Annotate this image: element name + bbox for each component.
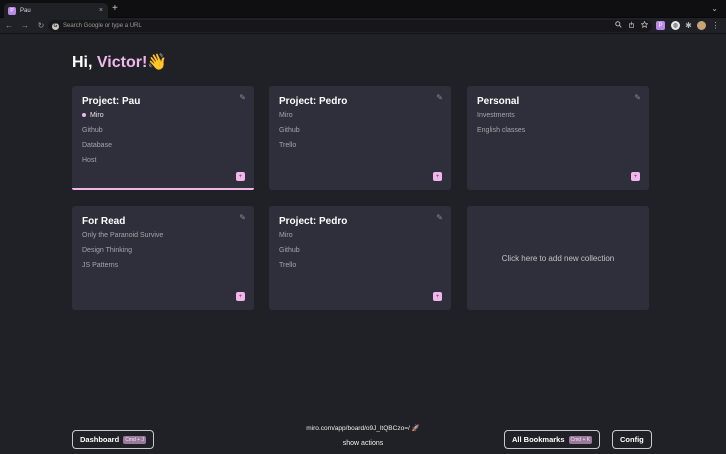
address-bar-placeholder: Search Google or type a URL [63,23,142,29]
collection-item[interactable]: Only the Paranoid Survive [82,231,244,246]
collection-title: Project: Pau [82,96,141,107]
config-label: Config [620,435,644,444]
profile-avatar[interactable] [697,21,706,30]
browser-tab[interactable]: P Pau × [4,3,108,18]
collection-card[interactable]: For Read Only the Paranoid Survive Desig… [72,206,254,310]
pencil-icon[interactable]: ✎ [436,93,443,102]
all-bookmarks-shortcut: Cmd + K [568,435,593,444]
collection-item[interactable]: JS Patterns [82,261,244,276]
share-icon[interactable] [628,21,635,28]
collection-card[interactable]: Personal Investments English classes ✎ + [467,86,649,190]
extensions-puzzle-icon[interactable]: ✱ [684,21,693,30]
add-collection-label: Click here to add new collection [501,253,615,263]
tab-search-chevron-icon[interactable]: ⌄ [711,4,718,13]
extension-p-icon[interactable]: P [656,21,665,30]
collection-card[interactable]: Project: Pau Miro Github Database Host ✎… [72,86,254,190]
pencil-icon[interactable]: ✎ [239,93,246,102]
pencil-icon[interactable]: ✎ [239,213,246,222]
all-bookmarks-button[interactable]: All Bookmarks Cmd + K [504,430,601,449]
active-dot-icon [82,113,86,117]
collection-item[interactable]: Miro [82,111,244,126]
all-bookmarks-label: All Bookmarks [512,435,565,444]
collection-badge-icon[interactable]: + [236,292,245,301]
tab-title: Pau [20,7,31,14]
collection-item[interactable]: Trello [279,261,441,276]
greeting: Hi, Victor!👋 [72,52,167,72]
address-bar[interactable]: G Search Google or type a URL [48,20,652,32]
collection-badge-icon[interactable]: + [236,172,245,181]
tab-close-icon[interactable]: × [99,7,103,14]
star-icon[interactable] [641,21,648,28]
collection-item[interactable]: Trello [279,141,441,156]
tab-favicon-icon: P [8,6,16,15]
collection-card[interactable]: Project: Pedro Miro Github Trello ✎ + [269,206,451,310]
collection-badge-icon[interactable]: + [433,292,442,301]
browser-menu-icon[interactable]: ⋮ [711,21,720,30]
collection-item[interactable]: Database [82,141,244,156]
collection-item[interactable]: Miro [279,231,441,246]
config-button[interactable]: Config [612,430,652,449]
collection-item[interactable]: Github [279,246,441,261]
reload-icon[interactable]: ↻ [34,21,48,30]
browser-toolbar: ← → ↻ G Search Google or type a URL P ◍ … [0,18,726,34]
wave-emoji: 👋 [147,54,168,71]
google-icon: G [52,22,59,30]
greeting-prefix: Hi, [72,54,97,71]
add-collection-card[interactable]: Click here to add new collection [467,206,649,310]
collection-item[interactable]: English classes [477,126,639,141]
collection-title: For Read [82,216,126,227]
new-tab-button[interactable]: + [112,3,118,15]
pencil-icon[interactable]: ✎ [634,93,641,102]
active-card-underline [72,188,254,190]
rocket-emoji: 🚀 [411,425,420,432]
forward-arrow-icon[interactable]: → [18,21,32,30]
collection-item[interactable]: Design Thinking [82,246,244,261]
collection-badge-icon[interactable]: + [631,172,640,181]
back-arrow-icon[interactable]: ← [2,21,16,30]
greeting-name: Victor! [96,54,148,71]
collection-item[interactable]: Github [82,126,244,141]
collection-item[interactable]: Miro [279,111,441,126]
collection-badge-icon[interactable]: + [433,172,442,181]
pencil-icon[interactable]: ✎ [436,213,443,222]
collection-item[interactable]: Host [82,156,244,171]
collection-card[interactable]: Project: Pedro Miro Github Trello ✎ + [269,86,451,190]
collection-title: Project: Pedro [279,216,348,227]
extension-globe-icon[interactable]: ◍ [671,21,680,30]
collection-title: Project: Pedro [279,96,348,107]
collection-item[interactable]: Github [279,126,441,141]
zoom-icon[interactable] [615,21,622,28]
collection-item[interactable]: Investments [477,111,639,126]
browser-tab-bar: P Pau × + ⌄ [0,0,726,18]
collection-title: Personal [477,96,520,107]
